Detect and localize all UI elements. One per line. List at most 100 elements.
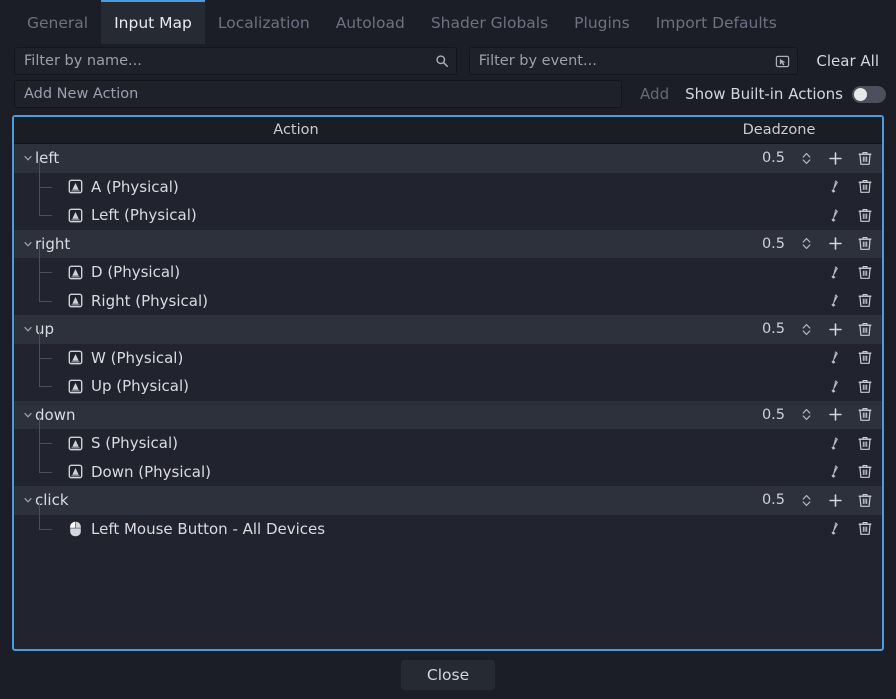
delete-action-button[interactable] — [856, 320, 874, 338]
keyboard-key-icon — [66, 178, 84, 196]
event-row-buttons — [818, 263, 882, 281]
tab-plugins[interactable]: Plugins — [561, 0, 643, 44]
delete-event-button[interactable] — [856, 377, 874, 395]
delete-event-button[interactable] — [856, 520, 874, 538]
event-label: S (Physical) — [91, 434, 179, 453]
event-row[interactable]: Right (Physical) — [14, 272, 882, 315]
deadzone-spinbox[interactable]: 0.5 — [710, 319, 818, 340]
delete-event-button[interactable] — [856, 463, 874, 481]
keyboard-key-icon — [66, 263, 84, 281]
event-row[interactable]: D (Physical) — [14, 244, 882, 287]
edit-event-button[interactable] — [826, 463, 844, 481]
add-new-action-input[interactable]: Add New Action — [14, 80, 623, 108]
delete-event-button[interactable] — [856, 349, 874, 367]
toggle-knob — [854, 87, 867, 101]
tree-guide — [14, 415, 66, 458]
chevron-down-icon[interactable] — [20, 495, 35, 505]
delete-event-button[interactable] — [856, 178, 874, 196]
add-event-button[interactable] — [826, 491, 844, 509]
action-row[interactable]: down 0.5 — [14, 400, 882, 429]
filter-by-event-input[interactable]: Filter by event... — [468, 47, 799, 75]
event-row-buttons — [818, 520, 882, 538]
event-row[interactable]: Up (Physical) — [14, 358, 882, 401]
keyboard-key-icon — [66, 349, 84, 367]
tree-body: left 0.5 A (Physical) Left (Physical) right 0… — [14, 144, 882, 543]
event-row-buttons — [818, 377, 882, 395]
input-map-tree[interactable]: Action Deadzone left 0.5 A (Physical) Left … — [12, 115, 884, 651]
delete-event-button[interactable] — [856, 206, 874, 224]
keyboard-key-icon — [66, 463, 84, 481]
delete-action-button[interactable] — [856, 491, 874, 509]
edit-event-button[interactable] — [826, 263, 844, 281]
filter-by-name-placeholder: Filter by name... — [24, 53, 142, 69]
edit-event-button[interactable] — [826, 434, 844, 452]
delete-action-button[interactable] — [856, 149, 874, 167]
chevron-down-icon[interactable] — [20, 324, 35, 334]
event-row[interactable]: Down (Physical) — [14, 443, 882, 487]
deadzone-value: 0.5 — [761, 235, 785, 252]
chevron-down-icon[interactable] — [20, 239, 35, 249]
spinner-arrows-icon[interactable] — [801, 236, 812, 251]
add-event-button[interactable] — [826, 406, 844, 424]
tab-general[interactable]: General — [14, 0, 101, 44]
deadzone-spinbox[interactable]: 0.5 — [710, 404, 818, 425]
filter-by-event-placeholder: Filter by event... — [478, 53, 597, 69]
spinner-arrows-icon[interactable] — [801, 493, 812, 508]
action-row-buttons — [818, 491, 882, 509]
action-row[interactable]: right 0.5 — [14, 229, 882, 258]
delete-event-button[interactable] — [856, 434, 874, 452]
delete-action-button[interactable] — [856, 235, 874, 253]
tree-guide — [14, 158, 66, 202]
tree-guide — [14, 443, 66, 487]
edit-event-button[interactable] — [826, 206, 844, 224]
tab-autoload[interactable]: Autoload — [323, 0, 418, 44]
tab-import-defaults[interactable]: Import Defaults — [643, 0, 790, 44]
event-label: Left (Physical) — [91, 206, 197, 225]
tree-guide — [14, 358, 66, 401]
spinner-arrows-icon[interactable] — [801, 407, 812, 422]
tab-localization[interactable]: Localization — [205, 0, 323, 44]
tab-label: Input Map — [114, 14, 192, 32]
edit-event-button[interactable] — [826, 292, 844, 310]
keyboard-key-icon — [66, 292, 84, 310]
spinner-arrows-icon[interactable] — [801, 151, 812, 166]
event-row[interactable]: W (Physical) — [14, 329, 882, 372]
clear-all-button[interactable]: Clear All — [809, 48, 886, 74]
deadzone-spinbox[interactable]: 0.5 — [710, 490, 818, 511]
event-capture-icon[interactable] — [775, 54, 790, 69]
edit-event-button[interactable] — [826, 377, 844, 395]
project-settings-dialog: General Input Map Localization Autoload Shad… — [0, 0, 896, 699]
edit-event-button[interactable] — [826, 178, 844, 196]
event-label: W (Physical) — [91, 348, 184, 367]
action-row[interactable]: up 0.5 — [14, 315, 882, 344]
deadzone-spinbox[interactable]: 0.5 — [710, 233, 818, 254]
event-row[interactable]: Left Mouse Button - All Devices — [14, 500, 882, 543]
add-event-button[interactable] — [826, 149, 844, 167]
action-row[interactable]: click 0.5 — [14, 486, 882, 515]
add-event-button[interactable] — [826, 235, 844, 253]
delete-event-button[interactable] — [856, 292, 874, 310]
add-event-button[interactable] — [826, 320, 844, 338]
chevron-down-icon[interactable] — [20, 153, 35, 163]
edit-event-button[interactable] — [826, 520, 844, 538]
delete-event-button[interactable] — [856, 263, 874, 281]
tab-label: Localization — [217, 14, 310, 32]
delete-action-button[interactable] — [856, 406, 874, 424]
action-row[interactable]: left 0.5 — [14, 144, 882, 173]
tree-guide — [14, 244, 66, 287]
filter-by-name-input[interactable]: Filter by name... — [14, 47, 457, 75]
chevron-down-icon[interactable] — [20, 410, 35, 420]
tab-shader-globals[interactable]: Shader Globals — [418, 0, 561, 44]
event-row[interactable]: Left (Physical) — [14, 187, 882, 230]
close-button[interactable]: Close — [400, 660, 496, 690]
tab-input-map[interactable]: Input Map — [101, 0, 205, 44]
event-row[interactable]: A (Physical) — [14, 158, 882, 202]
event-row[interactable]: S (Physical) — [14, 415, 882, 458]
search-icon — [435, 54, 449, 68]
edit-event-button[interactable] — [826, 349, 844, 367]
deadzone-spinbox[interactable]: 0.5 — [710, 148, 818, 169]
show-builtin-actions-toggle[interactable] — [852, 85, 886, 103]
spinner-arrows-icon[interactable] — [801, 322, 812, 337]
dialog-footer: Close — [0, 651, 896, 699]
add-action-button[interactable]: Add — [630, 81, 679, 107]
